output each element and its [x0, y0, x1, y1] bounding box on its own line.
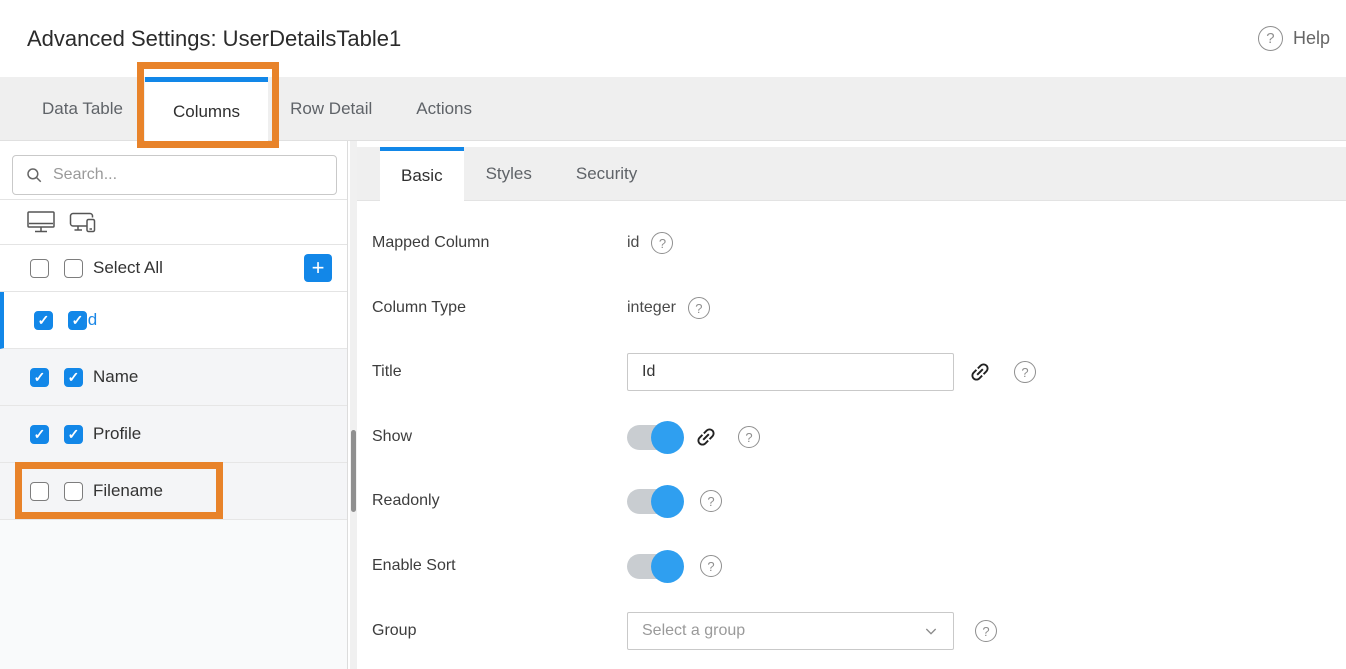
link-icon[interactable] — [694, 425, 718, 449]
name-desktop-checkbox[interactable]: ✓ — [30, 368, 49, 387]
field-readonly: Readonly ? — [372, 479, 1336, 523]
field-group: Group Select a group ? — [372, 609, 1336, 653]
search-box[interactable] — [12, 155, 337, 195]
question-icon[interactable]: ? — [688, 297, 710, 319]
column-row-label: Profile — [93, 424, 141, 444]
profile-mobile-checkbox[interactable]: ✓ — [64, 425, 83, 444]
question-icon[interactable]: ? — [975, 620, 997, 642]
field-enable-sort: Enable Sort ? — [372, 544, 1336, 588]
field-mapped-column: Mapped Column id ? — [372, 221, 1336, 265]
mapped-column-label: Mapped Column — [372, 234, 627, 252]
column-row-name[interactable]: ✓ ✓ Name — [0, 349, 347, 406]
field-column-type: Column Type integer ? — [372, 286, 1336, 330]
help-label: Help — [1293, 28, 1330, 49]
add-column-button[interactable]: + — [304, 254, 332, 282]
filename-mobile-checkbox[interactable] — [64, 482, 83, 501]
select-all-row: Select All + — [0, 245, 347, 292]
question-icon[interactable]: ? — [738, 426, 760, 448]
question-icon[interactable]: ? — [700, 555, 722, 577]
list-empty-area — [0, 520, 347, 669]
question-icon[interactable]: ? — [651, 232, 673, 254]
scrollbar-thumb[interactable] — [351, 430, 356, 512]
column-row-profile[interactable]: ✓ ✓ Profile — [0, 406, 347, 463]
tab-security[interactable]: Security — [554, 147, 659, 200]
scrollbar — [348, 141, 357, 669]
tab-row-detail[interactable]: Row Detail — [268, 77, 394, 140]
help-button[interactable]: ? Help — [1258, 26, 1330, 51]
column-row-id[interactable]: ✓ ✓ Id — [0, 292, 347, 349]
group-select-placeholder: Select a group — [642, 622, 923, 640]
tab-actions[interactable]: Actions — [394, 77, 494, 140]
name-mobile-checkbox[interactable]: ✓ — [64, 368, 83, 387]
field-show: Show ? — [372, 415, 1336, 459]
link-icon[interactable] — [968, 360, 992, 384]
mapped-column-value: id — [627, 234, 639, 252]
column-row-label: Filename — [93, 481, 163, 501]
advanced-settings-dialog: Advanced Settings: UserDetailsTable1 ? H… — [0, 0, 1346, 669]
column-row-label: Name — [93, 367, 138, 387]
devices-icon[interactable] — [68, 210, 98, 234]
scrollbar-track — [350, 141, 357, 669]
column-row-label: Id — [83, 310, 97, 330]
show-toggle[interactable] — [627, 421, 684, 454]
tab-basic[interactable]: Basic — [380, 147, 464, 201]
search-input[interactable] — [53, 166, 324, 184]
page-title: Advanced Settings: UserDetailsTable1 — [27, 26, 401, 52]
column-detail-panel: Basic Styles Security Mapped Column id ?… — [357, 141, 1346, 669]
select-all-mobile-checkbox[interactable] — [64, 259, 83, 278]
select-all-desktop-checkbox[interactable] — [30, 259, 49, 278]
detail-tab-bar: Basic Styles Security — [357, 147, 1346, 201]
group-select[interactable]: Select a group — [627, 612, 954, 650]
header: Advanced Settings: UserDetailsTable1 ? H… — [0, 0, 1346, 77]
title-label: Title — [372, 363, 627, 381]
readonly-label: Readonly — [372, 492, 627, 510]
question-icon[interactable]: ? — [1014, 361, 1036, 383]
tab-columns[interactable]: Columns — [145, 77, 268, 141]
device-filter-row — [0, 200, 347, 245]
column-row-filename[interactable]: Filename — [0, 463, 347, 520]
help-icon: ? — [1258, 26, 1283, 51]
column-type-label: Column Type — [372, 299, 627, 317]
enable-sort-label: Enable Sort — [372, 557, 627, 575]
field-title: Title ? — [372, 350, 1336, 394]
desktop-icon[interactable] — [26, 210, 56, 234]
id-desktop-checkbox[interactable]: ✓ — [34, 311, 53, 330]
search-row — [0, 141, 347, 200]
group-label: Group — [372, 622, 627, 640]
filename-desktop-checkbox[interactable] — [30, 482, 49, 501]
tab-data-table[interactable]: Data Table — [20, 77, 145, 140]
chevron-down-icon — [923, 623, 939, 639]
main-tab-bar: Data Table Columns Row Detail Actions — [0, 77, 1346, 141]
columns-list-panel: Select All + ✓ ✓ Id ✓ ✓ Name ✓ ✓ Profile — [0, 141, 348, 669]
question-icon[interactable]: ? — [700, 490, 722, 512]
tab-styles[interactable]: Styles — [464, 147, 554, 200]
dialog-body: Select All + ✓ ✓ Id ✓ ✓ Name ✓ ✓ Profile — [0, 141, 1346, 669]
column-type-value: integer — [627, 299, 676, 317]
profile-desktop-checkbox[interactable]: ✓ — [30, 425, 49, 444]
enable-sort-toggle[interactable] — [627, 550, 684, 583]
title-input[interactable] — [627, 353, 954, 391]
readonly-toggle[interactable] — [627, 485, 684, 518]
select-all-label: Select All — [93, 258, 163, 278]
show-label: Show — [372, 428, 627, 446]
search-icon — [25, 166, 43, 184]
